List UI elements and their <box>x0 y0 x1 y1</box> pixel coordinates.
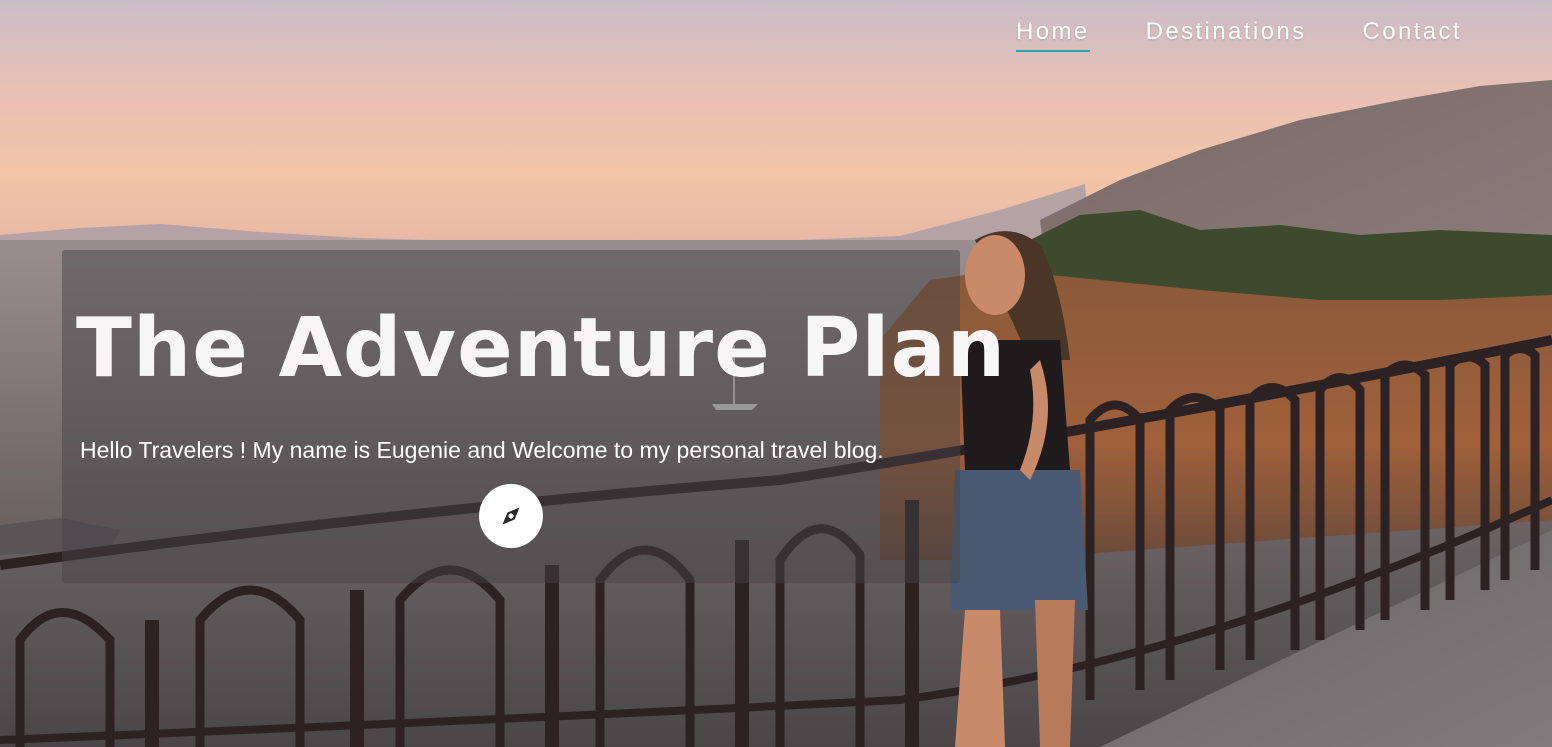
hero-title: The Adventure Plan <box>76 301 1007 396</box>
compass-icon <box>502 507 520 525</box>
main-nav: Home Destinations Contact <box>1015 18 1462 52</box>
explore-button[interactable] <box>479 484 543 548</box>
nav-link-destinations[interactable]: Destinations <box>1146 18 1307 52</box>
nav-link-contact[interactable]: Contact <box>1362 18 1462 52</box>
hero-subtitle: Hello Travelers ! My name is Eugenie and… <box>80 437 884 463</box>
nav-link-home[interactable]: Home <box>1015 18 1090 52</box>
hero-section: Home Destinations Contact The Adventure … <box>0 0 1552 747</box>
hero-card: The Adventure Plan Hello Travelers ! My … <box>62 250 1005 583</box>
